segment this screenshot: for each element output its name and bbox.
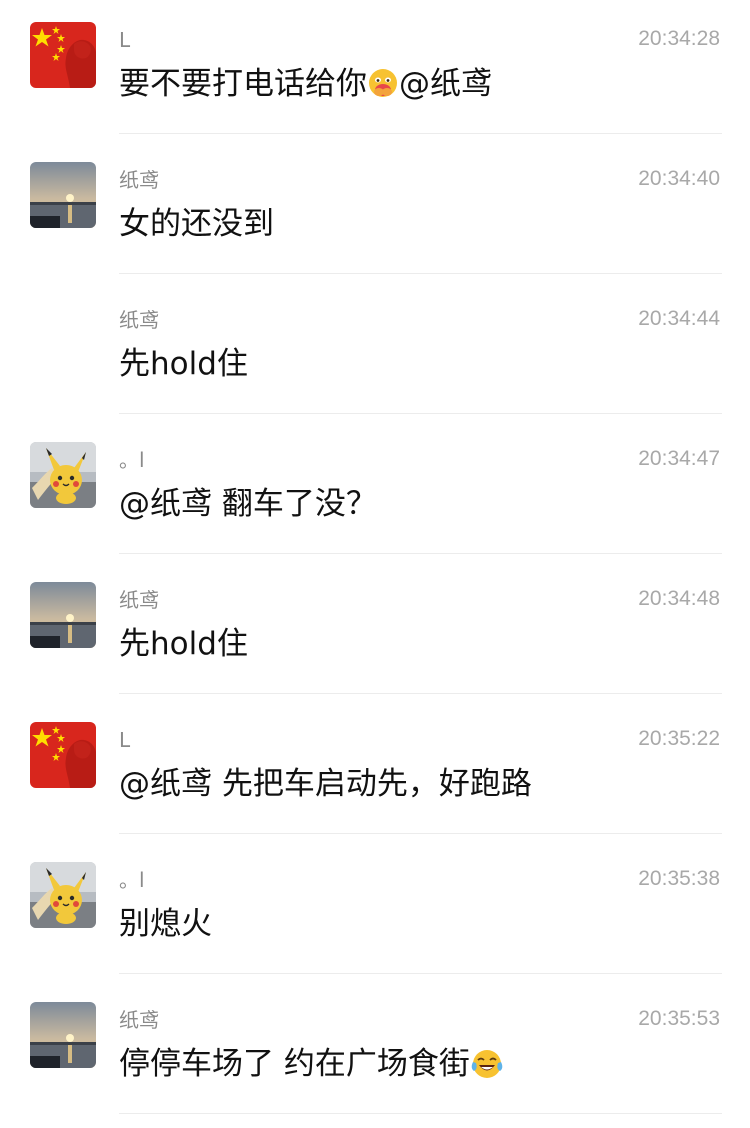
message-timestamp: 20:34:44 <box>638 307 720 330</box>
message-timestamp: 20:34:48 <box>638 587 720 610</box>
message-text-part: @纸鸢 先把车启动先，好跑路 <box>119 766 532 802</box>
message-text[interactable]: 女的还没到 <box>119 204 274 244</box>
message-divider <box>119 553 722 554</box>
message-text-part: 要不要打电话给你 <box>119 66 367 102</box>
tears-of-joy-emoji-icon <box>471 1050 503 1078</box>
sunset-lake-avatar[interactable] <box>30 1002 96 1068</box>
sender-name: 纸鸢 <box>119 308 159 332</box>
sender-name: 纸鸢 <box>119 588 159 612</box>
message-text[interactable]: @纸鸢 翻车了没？ <box>119 484 377 524</box>
chat-message[interactable]: 。l 20:35:38 别熄火 <box>0 840 750 980</box>
message-divider <box>119 273 722 274</box>
message-text-part: @纸鸢 <box>399 66 492 102</box>
message-divider <box>119 1113 722 1114</box>
message-text-part: 先hold住 <box>119 346 248 382</box>
message-text-part: 别熄火 <box>119 906 212 942</box>
chat-message[interactable]: L 20:35:22 @纸鸢 先把车启动先，好跑路 <box>0 700 750 840</box>
message-text[interactable]: 先hold住 <box>119 344 248 384</box>
sunset-lake-avatar[interactable] <box>30 582 96 648</box>
message-timestamp: 20:35:53 <box>638 1007 720 1030</box>
china-flag-avatar[interactable] <box>30 22 96 88</box>
sender-name: 。l <box>119 448 145 472</box>
message-timestamp: 20:34:47 <box>638 447 720 470</box>
message-text[interactable]: 要不要打电话给你 @纸鸢 <box>119 64 492 104</box>
chat-message[interactable]: 。l 20:34:47 @纸鸢 翻车了没？ <box>0 420 750 560</box>
sender-name: L <box>119 28 131 52</box>
message-timestamp: 20:35:22 <box>638 727 720 750</box>
message-text-part: @纸鸢 翻车了没？ <box>119 486 377 522</box>
chat-message[interactable]: 纸鸢 20:34:48 先hold住 <box>0 560 750 700</box>
message-text[interactable]: 先hold住 <box>119 624 248 664</box>
chat-message-list: L 20:34:28 要不要打电话给你 @纸鸢 纸鸢 20:34:40 女的还没… <box>0 0 750 1128</box>
sender-name: 纸鸢 <box>119 1008 159 1032</box>
china-flag-avatar[interactable] <box>30 722 96 788</box>
chat-message[interactable]: 纸鸢 20:35:53 停停车场了 约在广场食街 <box>0 980 750 1120</box>
pikachu-avatar[interactable] <box>30 862 96 928</box>
message-text[interactable]: @纸鸢 先把车启动先，好跑路 <box>119 764 532 804</box>
chat-message[interactable]: 纸鸢 20:34:44 先hold住 <box>0 280 750 420</box>
message-text[interactable]: 别熄火 <box>119 904 212 944</box>
message-timestamp: 20:35:38 <box>638 867 720 890</box>
message-divider <box>119 693 722 694</box>
message-divider <box>119 133 722 134</box>
chat-message[interactable]: L 20:34:28 要不要打电话给你 @纸鸢 <box>0 0 750 140</box>
sender-name: 。l <box>119 868 145 892</box>
message-text-part: 停停车场了 约在广场食街 <box>119 1046 470 1082</box>
message-divider <box>119 413 722 414</box>
sender-name: L <box>119 728 131 752</box>
message-text[interactable]: 停停车场了 约在广场食街 <box>119 1044 504 1084</box>
sender-name: 纸鸢 <box>119 168 159 192</box>
message-text-part: 女的还没到 <box>119 206 274 242</box>
message-divider <box>119 833 722 834</box>
chat-message[interactable]: 纸鸢 20:34:40 女的还没到 <box>0 140 750 280</box>
message-timestamp: 20:34:28 <box>638 27 720 50</box>
message-divider <box>119 973 722 974</box>
message-text-part: 先hold住 <box>119 626 248 662</box>
pikachu-avatar[interactable] <box>30 442 96 508</box>
sunset-lake-avatar[interactable] <box>30 162 96 228</box>
face-with-hand-over-mouth-emoji-icon <box>369 69 397 97</box>
message-timestamp: 20:34:40 <box>638 167 720 190</box>
